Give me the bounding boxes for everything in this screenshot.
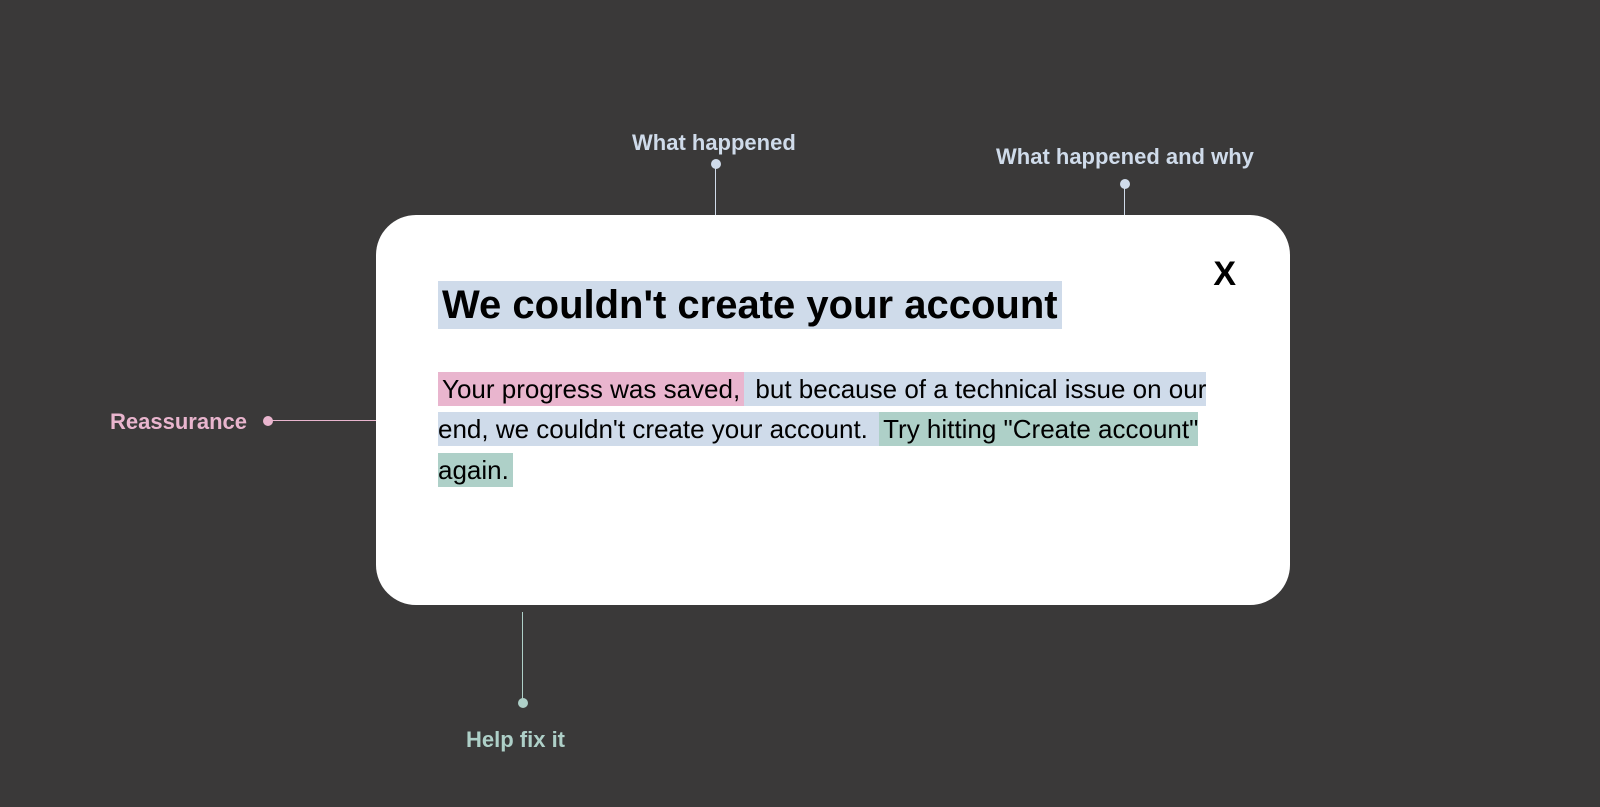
annotation-reassurance: Reassurance [110,409,247,435]
annotation-what-happened-and-why: What happened and why [996,144,1254,170]
leader-line [522,612,523,702]
leader-dot [263,416,273,426]
leader-dot [518,698,528,708]
leader-dot [711,159,721,169]
annotation-what-happened: What happened [632,130,796,156]
dialog-title-wrap: We couldn't create your account [438,275,1230,335]
annotation-help-fix-it: Help fix it [466,727,565,753]
error-dialog: X We couldn't create your account Your p… [376,215,1290,605]
leader-dot [1120,179,1130,189]
dialog-title: We couldn't create your account [438,281,1062,329]
close-icon[interactable]: X [1213,255,1236,294]
dialog-body: Your progress was saved, but because of … [438,369,1230,490]
body-reassurance-segment: Your progress was saved, [438,372,744,406]
